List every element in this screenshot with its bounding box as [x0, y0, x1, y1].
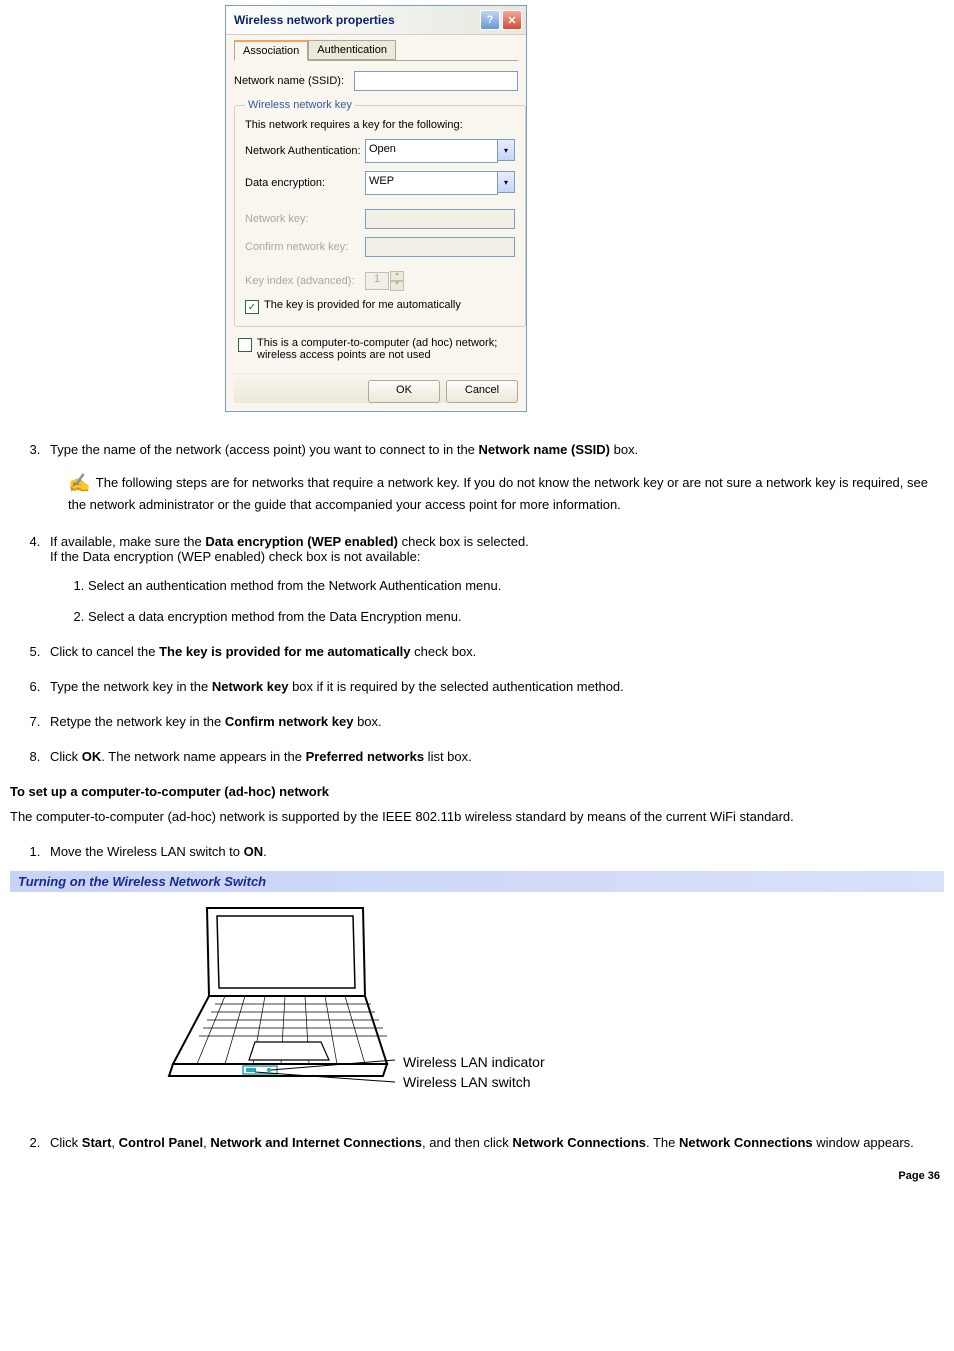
- substep-1: Select an authentication method from the…: [88, 578, 944, 593]
- figure-caption-bar: Turning on the Wireless Network Switch: [10, 871, 944, 892]
- ssid-input[interactable]: [354, 71, 518, 91]
- wireless-key-group: Wireless network key This network requir…: [234, 99, 526, 327]
- adhoc-paragraph: The computer-to-computer (ad-hoc) networ…: [10, 809, 944, 826]
- substep-list: Select an authentication method from the…: [50, 578, 944, 624]
- step-5: Click to cancel the The key is provided …: [44, 644, 944, 659]
- callout-switch: Wireless LAN switch: [403, 1074, 545, 1090]
- figure-callouts: Wireless LAN indicator Wireless LAN swit…: [403, 1050, 545, 1100]
- wireless-properties-dialog: Wireless network properties ? ✕ Associat…: [225, 5, 527, 412]
- step-b2: Click Start, Control Panel, Network and …: [44, 1135, 944, 1150]
- chevron-down-icon[interactable]: ▾: [498, 171, 515, 193]
- adhoc-checkbox[interactable]: ✓: [238, 338, 252, 352]
- page-number: Page 36: [10, 1170, 944, 1182]
- chevron-down-icon[interactable]: ▾: [498, 139, 515, 161]
- spinner-up-icon: ▴: [390, 271, 404, 281]
- help-icon[interactable]: ?: [480, 10, 500, 30]
- key-index-label: Key index (advanced):: [245, 275, 365, 287]
- instruction-list-a: Type the name of the network (access poi…: [10, 442, 944, 764]
- step-4: If available, make sure the Data encrypt…: [44, 534, 944, 624]
- spinner-down-icon: ▾: [390, 281, 404, 291]
- step-6: Type the network key in the Network key …: [44, 679, 944, 694]
- key-index-spinner: 1 ▴ ▾: [365, 271, 404, 291]
- confirm-key-label: Confirm network key:: [245, 241, 365, 253]
- step-3: Type the name of the network (access poi…: [44, 442, 944, 514]
- dialog-tabs: Association Authentication: [234, 40, 518, 61]
- network-key-label: Network key:: [245, 213, 365, 225]
- callout-indicator: Wireless LAN indicator: [403, 1054, 545, 1070]
- note-block: ✍ The following steps are for networks t…: [68, 471, 944, 514]
- step-8: Click OK. The network name appears in th…: [44, 749, 944, 764]
- tab-authentication[interactable]: Authentication: [308, 40, 396, 60]
- dialog-titlebar: Wireless network properties ? ✕: [226, 6, 526, 35]
- step-7: Retype the network key in the Confirm ne…: [44, 714, 944, 729]
- group-intro: This network requires a key for the foll…: [245, 119, 515, 131]
- cancel-button[interactable]: Cancel: [446, 380, 518, 403]
- laptop-illustration: [125, 900, 395, 1100]
- ok-button[interactable]: OK: [368, 380, 440, 403]
- step-b1: Move the Wireless LAN switch to ON.: [44, 844, 944, 859]
- auto-key-checkbox[interactable]: ✓: [245, 300, 259, 314]
- substep-2: Select a data encryption method from the…: [88, 609, 944, 624]
- instruction-list-b: Move the Wireless LAN switch to ON.: [10, 844, 944, 859]
- adhoc-heading: To set up a computer-to-computer (ad-hoc…: [10, 784, 944, 799]
- note-icon: ✍: [68, 471, 90, 496]
- laptop-figure: Wireless LAN indicator Wireless LAN swit…: [125, 900, 944, 1100]
- encryption-label: Data encryption:: [245, 177, 365, 189]
- adhoc-label: This is a computer-to-computer (ad hoc) …: [257, 337, 514, 361]
- confirm-key-input: [365, 237, 515, 257]
- encryption-select[interactable]: WEP: [365, 171, 498, 195]
- auth-label: Network Authentication:: [245, 145, 365, 157]
- auto-key-label: The key is provided for me automatically: [264, 299, 461, 311]
- network-key-input: [365, 209, 515, 229]
- tab-association[interactable]: Association: [234, 40, 308, 61]
- instruction-list-b2: Click Start, Control Panel, Network and …: [10, 1135, 944, 1150]
- dialog-title: Wireless network properties: [234, 13, 395, 27]
- group-legend: Wireless network key: [245, 99, 355, 111]
- ssid-label: Network name (SSID):: [234, 75, 354, 87]
- close-icon[interactable]: ✕: [502, 10, 522, 30]
- auth-select[interactable]: Open: [365, 139, 498, 163]
